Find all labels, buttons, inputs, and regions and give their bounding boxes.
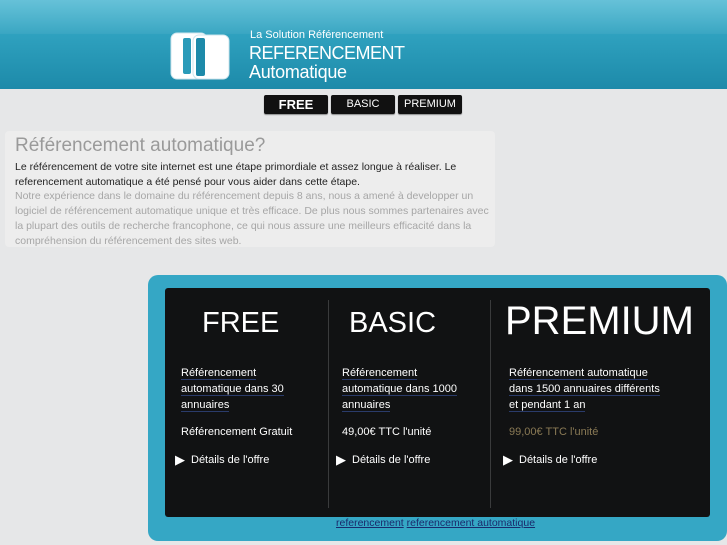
offer-description: Référencement automatique dans 1500 annu… xyxy=(509,365,660,413)
logo-icon[interactable] xyxy=(170,30,230,82)
offer-free: FREE Référencement automatique dans 30 a… xyxy=(165,288,328,517)
offer-details-link[interactable]: ▶ Détails de l'offre xyxy=(503,452,597,468)
desc-line: Référencement xyxy=(181,367,257,380)
offer-price: 49,00€ TTC l'unité xyxy=(342,426,432,438)
desc-line: annuaires xyxy=(181,399,230,412)
footer-link-referencement-automatique[interactable]: referencement automatique xyxy=(407,517,535,529)
offer-premium: PREMIUM Référencement automatique dans 1… xyxy=(493,288,710,517)
intro-paragraph-2: Notre expérience dans le domaine du réfé… xyxy=(15,190,489,247)
desc-line: automatique dans 30 xyxy=(181,383,284,396)
play-arrow-icon: ▶ xyxy=(503,452,513,467)
intro-box: Référencement automatique? Le référencem… xyxy=(5,131,495,247)
desc-line: Référencement xyxy=(342,367,418,380)
nav-free-button[interactable]: FREE xyxy=(264,95,328,114)
play-arrow-icon: ▶ xyxy=(336,452,346,467)
offer-basic: BASIC Référencement automatique dans 100… xyxy=(326,288,491,517)
offers-panel: FREE Référencement automatique dans 30 a… xyxy=(165,288,710,517)
desc-line: automatique dans 1000 xyxy=(342,383,457,396)
intro-title: Référencement automatique? xyxy=(15,135,266,156)
details-label: Détails de l'offre xyxy=(191,454,270,466)
brand-name: REFERENCEMENT xyxy=(249,43,405,63)
offer-details-link[interactable]: ▶ Détails de l'offre xyxy=(175,452,269,468)
offer-price: 99,00€ TTC l'unité xyxy=(509,426,599,438)
details-label: Détails de l'offre xyxy=(519,454,598,466)
offer-details-link[interactable]: ▶ Détails de l'offre xyxy=(336,452,430,468)
desc-line: Référencement automatique xyxy=(509,367,648,380)
offer-title: PREMIUM xyxy=(505,299,694,343)
details-label: Détails de l'offre xyxy=(352,454,431,466)
offer-title: BASIC xyxy=(349,307,437,339)
offer-price: Référencement Gratuit xyxy=(181,426,293,438)
offer-description: Référencement automatique dans 1000 annu… xyxy=(342,365,457,413)
play-arrow-icon: ▶ xyxy=(175,452,185,467)
intro-paragraph-1: Le référencement de votre site internet … xyxy=(15,161,457,188)
brand-subtitle: Automatique xyxy=(249,62,347,82)
footer-link-referencement[interactable]: referencement xyxy=(336,517,404,529)
site-header: La Solution Référencement REFERENCEMENT … xyxy=(0,0,727,89)
offer-description: Référencement automatique dans 30 annuai… xyxy=(181,365,284,413)
desc-line: dans 1500 annuaires différents xyxy=(509,383,660,396)
desc-line: annuaires xyxy=(342,399,391,412)
offer-title: FREE xyxy=(202,307,280,339)
footer-links: referencement referencement automatique xyxy=(336,517,535,529)
header-tagline: La Solution Référencement xyxy=(250,29,384,41)
nav-premium-button[interactable]: PREMIUM xyxy=(398,95,462,114)
nav-basic-button[interactable]: BASIC xyxy=(331,95,395,114)
desc-line: et pendant 1 an xyxy=(509,399,586,412)
